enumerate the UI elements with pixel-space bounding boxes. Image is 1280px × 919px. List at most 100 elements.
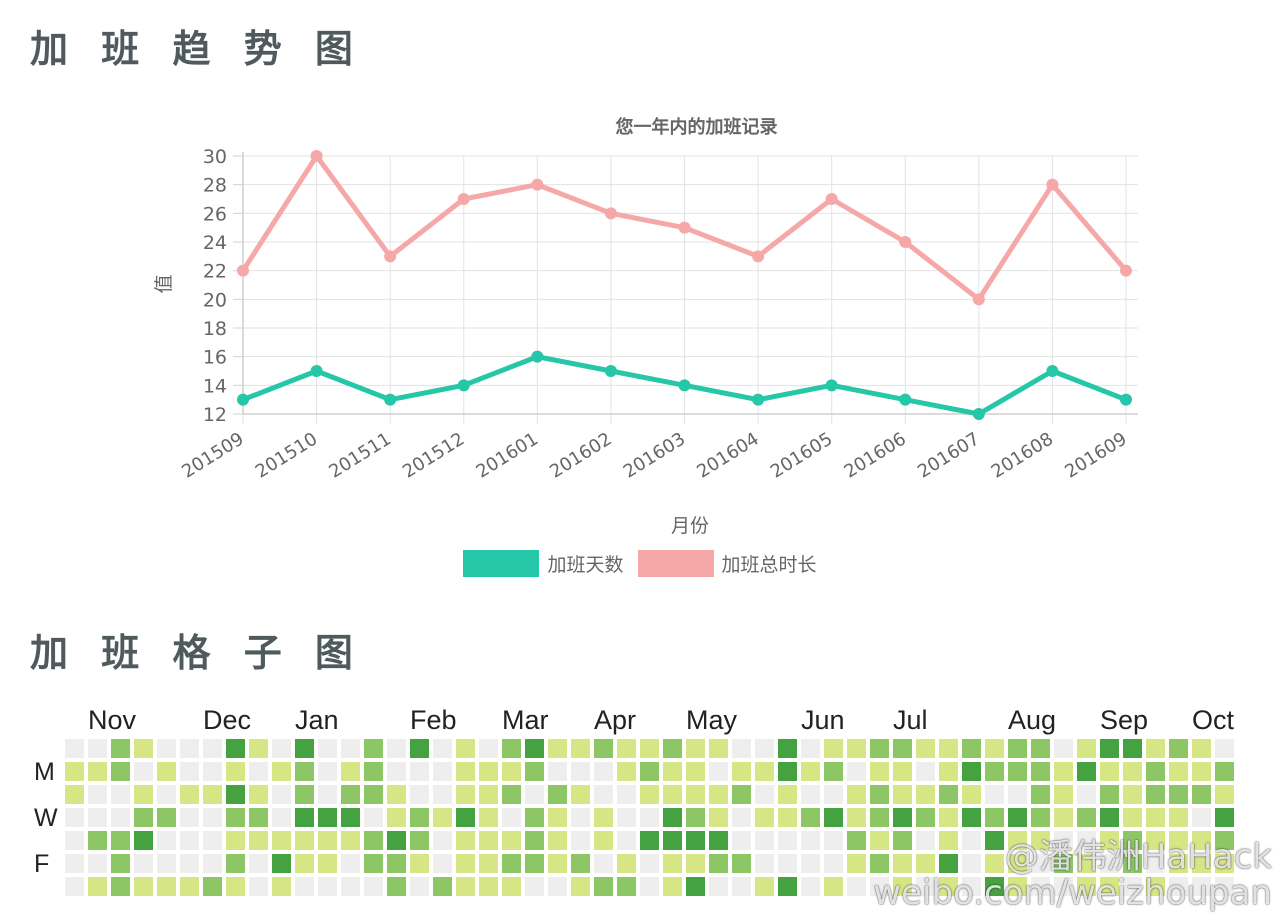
heatmap-cell[interactable] (709, 739, 728, 758)
heatmap-cell[interactable] (1008, 808, 1027, 827)
heatmap-cell[interactable] (663, 785, 682, 804)
heatmap-cell[interactable] (1123, 785, 1142, 804)
heatmap-cell[interactable] (479, 854, 498, 873)
heatmap-cell[interactable] (571, 808, 590, 827)
heatmap-cell[interactable] (778, 762, 797, 781)
heatmap-cell[interactable] (111, 762, 130, 781)
heatmap-cell[interactable] (433, 739, 452, 758)
heatmap-cell[interactable] (916, 854, 935, 873)
heatmap-cell[interactable] (65, 785, 84, 804)
heatmap-cell[interactable] (985, 739, 1004, 758)
heatmap-cell[interactable] (663, 831, 682, 850)
heatmap-cell[interactable] (617, 854, 636, 873)
heatmap-cell[interactable] (548, 739, 567, 758)
heatmap-cell[interactable] (801, 808, 820, 827)
heatmap-cell[interactable] (1054, 785, 1073, 804)
heatmap-cell[interactable] (249, 877, 268, 896)
heatmap-cell[interactable] (433, 762, 452, 781)
heatmap-cell[interactable] (1077, 808, 1096, 827)
heatmap-cell[interactable] (801, 854, 820, 873)
heatmap-cell[interactable] (939, 762, 958, 781)
heatmap-cell[interactable] (134, 762, 153, 781)
heatmap-cell[interactable] (663, 739, 682, 758)
heatmap-cell[interactable] (65, 739, 84, 758)
heatmap-cell[interactable] (824, 762, 843, 781)
heatmap-cell[interactable] (479, 877, 498, 896)
heatmap-cell[interactable] (157, 808, 176, 827)
heatmap-cell[interactable] (249, 831, 268, 850)
heatmap-cell[interactable] (364, 762, 383, 781)
heatmap-cell[interactable] (111, 785, 130, 804)
heatmap-cell[interactable] (502, 762, 521, 781)
heatmap-cell[interactable] (709, 762, 728, 781)
heatmap-cell[interactable] (594, 877, 613, 896)
heatmap-cell[interactable] (525, 854, 544, 873)
series-1-point[interactable] (1046, 178, 1059, 191)
series-1-point[interactable] (899, 236, 912, 248)
heatmap-cell[interactable] (1077, 762, 1096, 781)
heatmap-cell[interactable] (594, 762, 613, 781)
heatmap-cell[interactable] (157, 785, 176, 804)
heatmap-cell[interactable] (1192, 739, 1211, 758)
heatmap-cell[interactable] (594, 831, 613, 850)
heatmap-cell[interactable] (548, 762, 567, 781)
heatmap-cell[interactable] (870, 762, 889, 781)
heatmap-cell[interactable] (203, 854, 222, 873)
heatmap-cell[interactable] (203, 877, 222, 896)
heatmap-cell[interactable] (755, 808, 774, 827)
heatmap-cell[interactable] (916, 739, 935, 758)
heatmap-cell[interactable] (479, 785, 498, 804)
heatmap-cell[interactable] (1054, 739, 1073, 758)
heatmap-cell[interactable] (111, 831, 130, 850)
heatmap-cell[interactable] (617, 739, 636, 758)
heatmap-cell[interactable] (640, 762, 659, 781)
heatmap-cell[interactable] (341, 854, 360, 873)
heatmap-cell[interactable] (732, 762, 751, 781)
heatmap-cell[interactable] (1169, 785, 1188, 804)
heatmap-cell[interactable] (157, 739, 176, 758)
heatmap-cell[interactable] (295, 854, 314, 873)
heatmap-cell[interactable] (985, 785, 1004, 804)
heatmap-cell[interactable] (180, 785, 199, 804)
heatmap-cell[interactable] (847, 831, 866, 850)
heatmap-cell[interactable] (272, 854, 291, 873)
heatmap-cell[interactable] (732, 854, 751, 873)
heatmap-cell[interactable] (387, 762, 406, 781)
heatmap-cell[interactable] (65, 854, 84, 873)
heatmap-cell[interactable] (1192, 808, 1211, 827)
heatmap-cell[interactable] (1192, 785, 1211, 804)
heatmap-cell[interactable] (226, 762, 245, 781)
heatmap-cell[interactable] (1169, 808, 1188, 827)
heatmap-cell[interactable] (847, 854, 866, 873)
heatmap-cell[interactable] (134, 854, 153, 873)
series-1-point[interactable] (1120, 264, 1132, 277)
series-0-point[interactable] (310, 365, 323, 377)
heatmap-cell[interactable] (939, 854, 958, 873)
heatmap-cell[interactable] (663, 877, 682, 896)
heatmap-cell[interactable] (778, 785, 797, 804)
heatmap-cell[interactable] (111, 808, 130, 827)
legend-item-days[interactable]: 加班天数 (463, 550, 624, 577)
heatmap-cell[interactable] (1146, 762, 1165, 781)
heatmap-cell[interactable] (226, 877, 245, 896)
heatmap-cell[interactable] (1077, 739, 1096, 758)
heatmap-cell[interactable] (870, 831, 889, 850)
heatmap-cell[interactable] (801, 831, 820, 850)
heatmap-cell[interactable] (1008, 762, 1027, 781)
heatmap-cell[interactable] (88, 808, 107, 827)
series-0-point[interactable] (972, 408, 985, 420)
heatmap-cell[interactable] (594, 785, 613, 804)
series-0-point[interactable] (384, 393, 397, 406)
heatmap-cell[interactable] (1192, 762, 1211, 781)
heatmap-cell[interactable] (65, 831, 84, 850)
heatmap-cell[interactable] (433, 877, 452, 896)
heatmap-cell[interactable] (870, 785, 889, 804)
heatmap-cell[interactable] (525, 762, 544, 781)
heatmap-cell[interactable] (1077, 785, 1096, 804)
heatmap-cell[interactable] (663, 762, 682, 781)
heatmap-cell[interactable] (824, 877, 843, 896)
heatmap-cell[interactable] (295, 739, 314, 758)
heatmap-cell[interactable] (571, 831, 590, 850)
heatmap-cell[interactable] (893, 808, 912, 827)
heatmap-cell[interactable] (318, 854, 337, 873)
